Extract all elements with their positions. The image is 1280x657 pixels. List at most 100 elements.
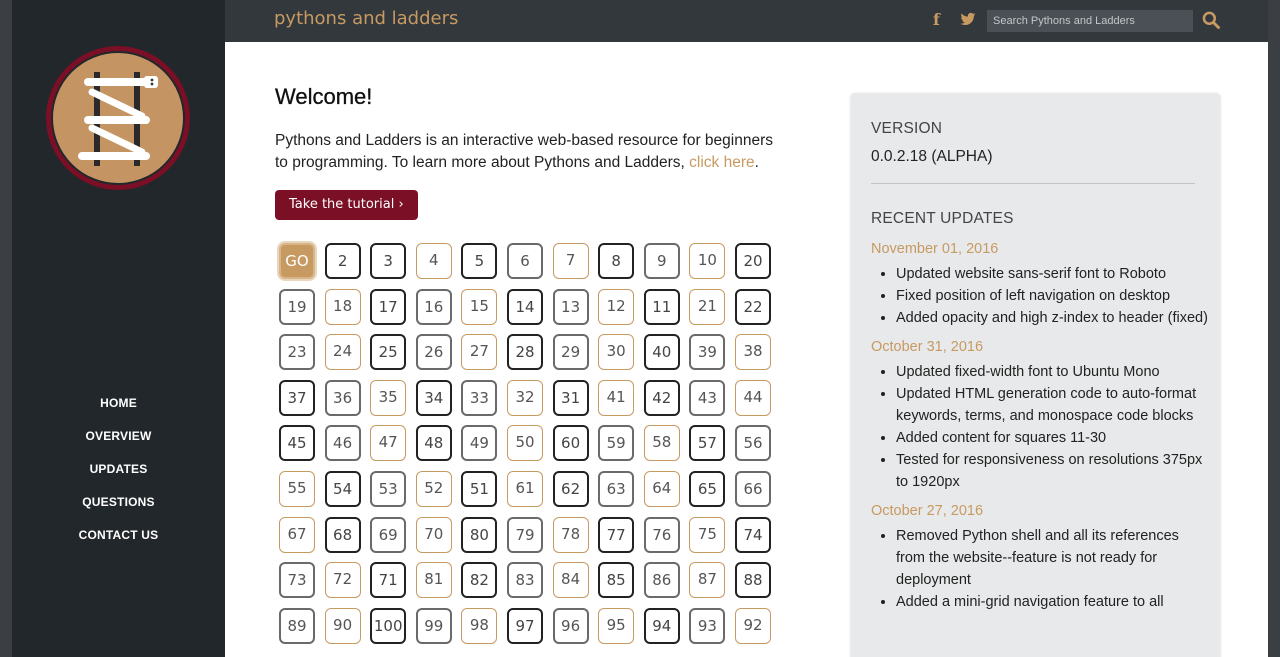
square-71[interactable]: 71 [370, 562, 407, 599]
square-27[interactable]: 27 [461, 334, 498, 371]
logo-icon[interactable] [44, 44, 192, 192]
search-icon[interactable] [1201, 10, 1221, 30]
square-66[interactable]: 66 [735, 471, 771, 507]
square-60[interactable]: 60 [552, 425, 589, 462]
square-33[interactable]: 33 [461, 379, 498, 416]
square-76[interactable]: 76 [643, 516, 680, 553]
square-26[interactable]: 26 [415, 334, 452, 371]
square-85[interactable]: 85 [598, 562, 635, 599]
search-input[interactable] [987, 10, 1193, 32]
square-36[interactable]: 36 [324, 379, 361, 416]
square-57[interactable]: 57 [689, 425, 726, 462]
square-64[interactable]: 64 [643, 471, 680, 507]
square-7[interactable]: 7 [552, 243, 589, 279]
square-69[interactable]: 69 [370, 516, 407, 553]
square-89[interactable]: 89 [279, 607, 315, 644]
square-95[interactable]: 95 [598, 607, 635, 644]
square-11[interactable]: 11 [643, 288, 680, 325]
nav-link-overview[interactable]: OVERVIEW [85, 426, 151, 446]
square-86[interactable]: 86 [643, 562, 680, 599]
square-49[interactable]: 49 [461, 425, 498, 462]
square-24[interactable]: 24 [324, 334, 361, 371]
square-4[interactable]: 4 [415, 243, 452, 279]
square-99[interactable]: 99 [415, 607, 452, 644]
square-90[interactable]: 90 [324, 607, 361, 644]
square-8[interactable]: 8 [598, 243, 635, 279]
square-52[interactable]: 52 [415, 471, 452, 507]
square-63[interactable]: 63 [598, 471, 635, 507]
nav-link-home[interactable]: HOME [100, 393, 137, 413]
square-18[interactable]: 18 [324, 288, 361, 325]
square-22[interactable]: 22 [735, 288, 771, 325]
square-43[interactable]: 43 [689, 379, 726, 416]
square-21[interactable]: 21 [689, 288, 726, 325]
square-44[interactable]: 44 [735, 379, 771, 416]
square-58[interactable]: 58 [643, 425, 680, 462]
square-34[interactable]: 34 [415, 379, 452, 416]
square-70[interactable]: 70 [415, 516, 452, 553]
square-75[interactable]: 75 [689, 516, 726, 553]
square-53[interactable]: 53 [370, 471, 407, 507]
square-72[interactable]: 72 [324, 562, 361, 599]
square-31[interactable]: 31 [552, 379, 589, 416]
intro-link[interactable]: click here [689, 154, 754, 171]
square-73[interactable]: 73 [279, 562, 315, 599]
square-83[interactable]: 83 [507, 562, 543, 599]
square-87[interactable]: 87 [689, 562, 726, 599]
square-97[interactable]: 97 [507, 607, 543, 644]
brand-name[interactable]: pythons and ladders [274, 8, 458, 29]
square-40[interactable]: 40 [643, 334, 680, 371]
square-16[interactable]: 16 [415, 288, 452, 325]
nav-link-questions[interactable]: QUESTIONS [82, 492, 154, 512]
square-6[interactable]: 6 [507, 243, 543, 279]
square-94[interactable]: 94 [643, 607, 680, 644]
square-55[interactable]: 55 [279, 471, 315, 507]
square-96[interactable]: 96 [552, 607, 589, 644]
square-23[interactable]: 23 [279, 334, 315, 371]
square-67[interactable]: 67 [279, 516, 315, 553]
square-9[interactable]: 9 [643, 243, 680, 279]
square-2[interactable]: 2 [324, 243, 361, 279]
square-35[interactable]: 35 [370, 379, 407, 416]
square-81[interactable]: 81 [415, 562, 452, 599]
square-10[interactable]: 10 [689, 243, 726, 279]
nav-link-contact-us[interactable]: CONTACT US [79, 525, 159, 545]
square-78[interactable]: 78 [552, 516, 589, 553]
square-19[interactable]: 19 [279, 288, 315, 325]
square-56[interactable]: 56 [735, 425, 771, 462]
square-50[interactable]: 50 [507, 425, 543, 462]
square-47[interactable]: 47 [370, 425, 407, 462]
square-74[interactable]: 74 [735, 516, 771, 553]
square-65[interactable]: 65 [689, 471, 726, 507]
square-15[interactable]: 15 [461, 288, 498, 325]
square-45[interactable]: 45 [279, 425, 315, 462]
go-square[interactable]: GO [279, 243, 315, 279]
square-88[interactable]: 88 [735, 562, 771, 599]
square-12[interactable]: 12 [598, 288, 635, 325]
square-30[interactable]: 30 [598, 334, 635, 371]
square-68[interactable]: 68 [324, 516, 361, 553]
square-41[interactable]: 41 [598, 379, 635, 416]
square-48[interactable]: 48 [415, 425, 452, 462]
square-80[interactable]: 80 [461, 516, 498, 553]
square-61[interactable]: 61 [507, 471, 543, 507]
square-82[interactable]: 82 [461, 562, 498, 599]
square-77[interactable]: 77 [598, 516, 635, 553]
square-29[interactable]: 29 [552, 334, 589, 371]
square-39[interactable]: 39 [689, 334, 726, 371]
square-38[interactable]: 38 [735, 334, 771, 371]
facebook-icon[interactable]: f [933, 10, 940, 29]
square-100[interactable]: 100 [370, 607, 407, 644]
nav-link-updates[interactable]: UPDATES [90, 459, 148, 479]
square-62[interactable]: 62 [552, 471, 589, 507]
square-28[interactable]: 28 [507, 334, 543, 371]
square-20[interactable]: 20 [735, 243, 771, 279]
take-tutorial-button[interactable]: Take the tutorial › [275, 190, 418, 220]
square-51[interactable]: 51 [461, 471, 498, 507]
square-37[interactable]: 37 [279, 379, 315, 416]
square-5[interactable]: 5 [461, 243, 498, 279]
square-13[interactable]: 13 [552, 288, 589, 325]
square-42[interactable]: 42 [643, 379, 680, 416]
square-59[interactable]: 59 [598, 425, 635, 462]
square-14[interactable]: 14 [507, 288, 543, 325]
